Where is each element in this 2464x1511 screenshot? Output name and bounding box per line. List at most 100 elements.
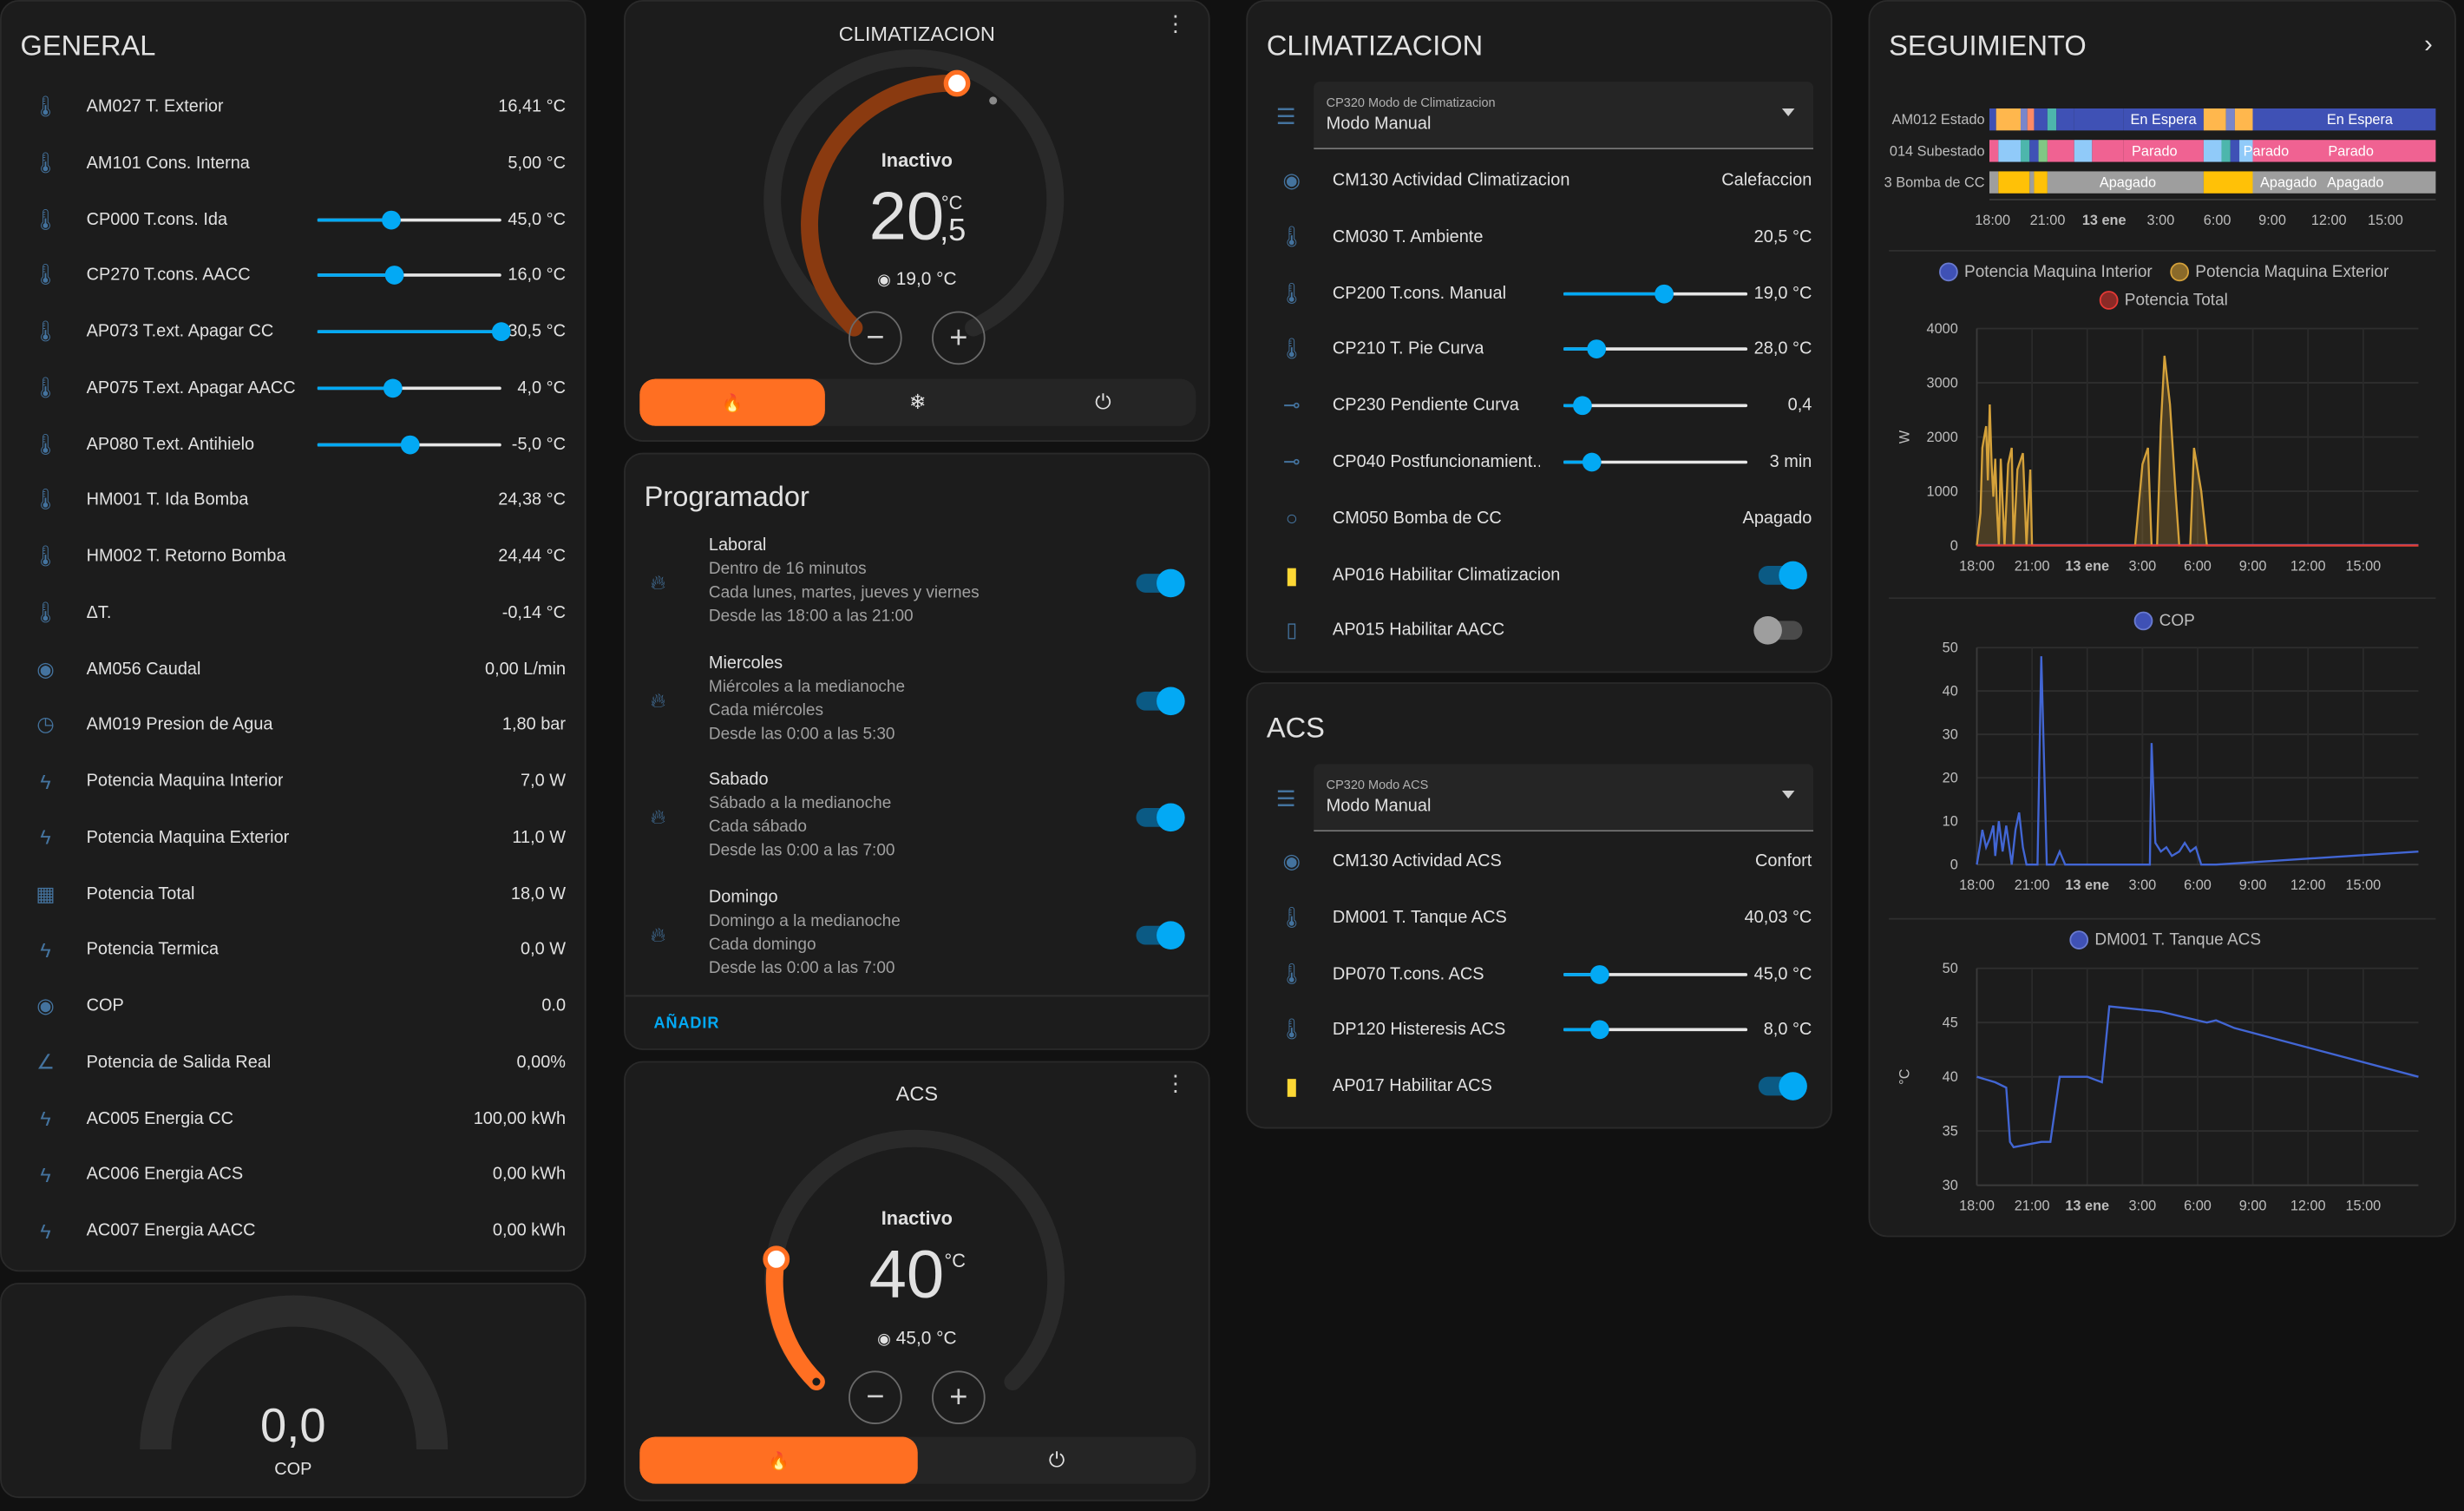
toggle-switch[interactable] bbox=[1136, 686, 1185, 715]
legend-item[interactable]: COP bbox=[2133, 611, 2195, 631]
legend-item[interactable]: DM001 T. Tanque ACS bbox=[2069, 930, 2261, 949]
entity-row[interactable]: 🌡︎ CP200 T.cons. Manual 19,0 °C bbox=[1248, 266, 1831, 320]
slider-handle[interactable] bbox=[399, 434, 419, 454]
cop-gauge-card[interactable]: 0,0 COP bbox=[0, 1282, 587, 1499]
mode-heat-button[interactable]: 🔥 bbox=[639, 378, 825, 426]
decrease-button[interactable]: − bbox=[849, 311, 902, 365]
schedule-item[interactable]: 🔥︎ Domingo Domingo a la medianoche Cada dom… bbox=[626, 888, 1209, 1001]
slider-handle[interactable] bbox=[491, 322, 511, 342]
entity-label: AP080 T.ext. Antihielo bbox=[86, 434, 255, 454]
slider-handle[interactable] bbox=[1572, 396, 1592, 416]
entity-row[interactable]: ▮ AP016 Habilitar Climatizacion bbox=[1248, 548, 1831, 601]
entity-value: 11,0 W bbox=[512, 828, 567, 847]
battery-icon: ▮ bbox=[1285, 1074, 1299, 1101]
timeline-state-text: Parado bbox=[2132, 143, 2178, 159]
entity-label: AP015 Habilitar AACC bbox=[1332, 621, 1505, 641]
slider-handle[interactable] bbox=[1655, 284, 1674, 303]
toggle-knob bbox=[1779, 560, 1807, 589]
entity-row[interactable]: ⊸ CP230 Pendiente Curva 0,4 bbox=[1248, 379, 1831, 433]
x-tick-label: 9:00 bbox=[2239, 558, 2267, 574]
mode-heat-button[interactable]: 🔥 bbox=[639, 1436, 918, 1484]
slider-handle[interactable] bbox=[1582, 452, 1601, 472]
lightning-icon: ϟ bbox=[40, 1162, 51, 1187]
value-slider[interactable] bbox=[1563, 339, 1748, 359]
increase-button[interactable]: + bbox=[932, 1370, 986, 1424]
entity-row[interactable]: 🌡︎ AP075 T.ext. Apagar AACC 4,0 °C bbox=[2, 361, 585, 415]
entity-row[interactable]: ⊸ CP040 Postfuncionamient... 3 min bbox=[1248, 436, 1831, 489]
mode-cool-button[interactable]: ❄ bbox=[825, 379, 1011, 426]
value-slider[interactable] bbox=[317, 266, 501, 286]
entity-value: -5,0 °C bbox=[511, 434, 567, 454]
value-slider[interactable] bbox=[317, 322, 511, 342]
schedule-item[interactable]: 🔥︎ Sabado Sábado a la medianoche Cada sábad… bbox=[626, 771, 1209, 884]
entity-label: AC005 Energia CC bbox=[86, 1108, 234, 1128]
tank-temp-chart[interactable]: 30 35 40 45 50 18:00 21:00 13 ene 3:00 6:00 9:00 12… bbox=[1870, 953, 2457, 1236]
hvac-mode-bar[interactable]: 🔥 ❄ ⏻ bbox=[639, 378, 1196, 426]
legend-item[interactable]: Potencia Total bbox=[2099, 291, 2228, 310]
value-slider[interactable] bbox=[1563, 964, 1748, 984]
entity-row[interactable]: 🌡︎ DP070 T.cons. ACS 45,0 °C bbox=[1248, 947, 1831, 1001]
seguimiento-card: SEGUIMIENTO › AM012 Estado 014 Subestado 3… bbox=[1868, 0, 2457, 1238]
schedule-item[interactable]: 🔥︎ Miercoles Miércoles a la medianoche Cada… bbox=[626, 654, 1209, 766]
increase-button[interactable]: + bbox=[932, 311, 986, 365]
entity-row[interactable]: 🌡︎ CP000 T.cons. Ida 45,0 °C bbox=[2, 193, 585, 246]
schedule-title: Miercoles bbox=[708, 653, 783, 673]
thermometer-icon: 🌡︎ bbox=[1278, 1017, 1305, 1041]
x-tick-label: 3:00 bbox=[2129, 558, 2157, 574]
thermometer-icon: 🌡︎ bbox=[32, 262, 59, 287]
legend-label: Potencia Maquina Interior bbox=[1964, 262, 2153, 282]
value-slider[interactable] bbox=[1563, 1021, 1748, 1040]
thermometer-icon: 🌡︎ bbox=[1278, 904, 1305, 930]
x-tick-label: 21:00 bbox=[2015, 877, 2050, 893]
entity-row: ◉ AM056 Caudal 0,00 L/min bbox=[2, 642, 585, 696]
entity-row[interactable]: 🌡︎ DP120 Histeresis ACS 8,0 °C bbox=[1248, 1003, 1831, 1057]
slider-handle[interactable] bbox=[384, 266, 404, 286]
value-slider[interactable] bbox=[317, 209, 501, 229]
thermostat-acs-target: ◉ 45,0 °C bbox=[626, 1330, 1209, 1349]
slider-handle[interactable] bbox=[1590, 964, 1610, 984]
schedule-item[interactable]: 🔥︎ Laboral Dentro de 16 minutos Cada lunes,… bbox=[626, 536, 1209, 649]
toggle-switch[interactable] bbox=[1758, 560, 1807, 589]
slider-handle[interactable] bbox=[383, 378, 403, 397]
cop-chart[interactable]: 0 10 20 30 40 50 18:00 21:00 13 ene 3:00 6:00 9:00 1… bbox=[1870, 635, 2457, 903]
entity-row[interactable]: 🌡︎ CP270 T.cons. AACC 16,0 °C bbox=[2, 249, 585, 303]
value-slider[interactable] bbox=[1563, 284, 1748, 303]
add-schedule-button[interactable]: AÑADIR bbox=[653, 1015, 719, 1033]
slider-handle[interactable] bbox=[1590, 1021, 1610, 1040]
timeline-segment bbox=[2225, 108, 2235, 131]
power-chart[interactable]: 0 1000 2000 3000 4000 18:00 21:00 13 ene 3:00 6:0… bbox=[1870, 316, 2457, 583]
mode-off-button[interactable]: ⏻ bbox=[1011, 379, 1196, 426]
value-slider[interactable] bbox=[317, 378, 501, 397]
entity-row[interactable]: 🌡︎ AP073 T.ext. Apagar CC 30,5 °C bbox=[2, 305, 585, 358]
toggle-switch[interactable] bbox=[1753, 616, 1803, 646]
value-slider[interactable] bbox=[317, 434, 501, 454]
entity-row[interactable]: 🌡︎ AP080 T.ext. Antihielo -5,0 °C bbox=[2, 417, 585, 471]
entity-row[interactable]: 🌡︎ CP210 T. Pie Curva 28,0 °C bbox=[1248, 323, 1831, 377]
mode-off-button[interactable]: ⏻ bbox=[918, 1436, 1196, 1483]
slider-handle[interactable] bbox=[1587, 339, 1607, 359]
legend-label: COP bbox=[2159, 611, 2195, 631]
toggle-switch[interactable] bbox=[1758, 1072, 1807, 1101]
flame-icon: 🔥︎ bbox=[650, 922, 666, 946]
timeline-row-label: 3 Bomba de CC bbox=[1884, 175, 1985, 191]
clim-mode-select[interactable]: CP320 Modo de Climatizacion Modo Manual bbox=[1314, 82, 1814, 150]
slider-handle[interactable] bbox=[381, 209, 401, 229]
entity-row: ϟ AC005 Energia CC 100,00 kWh bbox=[2, 1092, 585, 1146]
decrease-button[interactable]: − bbox=[849, 1370, 902, 1424]
toggle-switch[interactable] bbox=[1136, 921, 1185, 949]
entity-value: Apagado bbox=[1742, 509, 1812, 529]
acs-mode-select[interactable]: CP320 Modo ACS Modo Manual bbox=[1314, 764, 1814, 832]
value-slider[interactable] bbox=[1563, 396, 1748, 416]
chevron-right-icon[interactable]: › bbox=[2424, 31, 2433, 60]
entity-row[interactable]: ▯ AP015 Habilitar AACC bbox=[1248, 604, 1831, 658]
toggle-switch[interactable] bbox=[1136, 803, 1185, 832]
legend-item[interactable]: Potencia Maquina Interior bbox=[1939, 262, 2153, 282]
entity-row: ϟ Potencia Termica 0,0 W bbox=[2, 923, 585, 977]
entity-row[interactable]: ▮ AP017 Habilitar ACS bbox=[1248, 1060, 1831, 1114]
thermostat-acs-status: Inactivo bbox=[881, 1207, 953, 1230]
legend-item[interactable]: Potencia Maquina Exterior bbox=[2170, 262, 2389, 282]
entity-row: ▦ Potencia Total 18,0 W bbox=[2, 867, 585, 921]
value-slider[interactable] bbox=[1563, 452, 1748, 472]
toggle-switch[interactable] bbox=[1136, 568, 1185, 598]
hvac-mode-bar[interactable]: 🔥 ⏻ bbox=[639, 1436, 1196, 1484]
